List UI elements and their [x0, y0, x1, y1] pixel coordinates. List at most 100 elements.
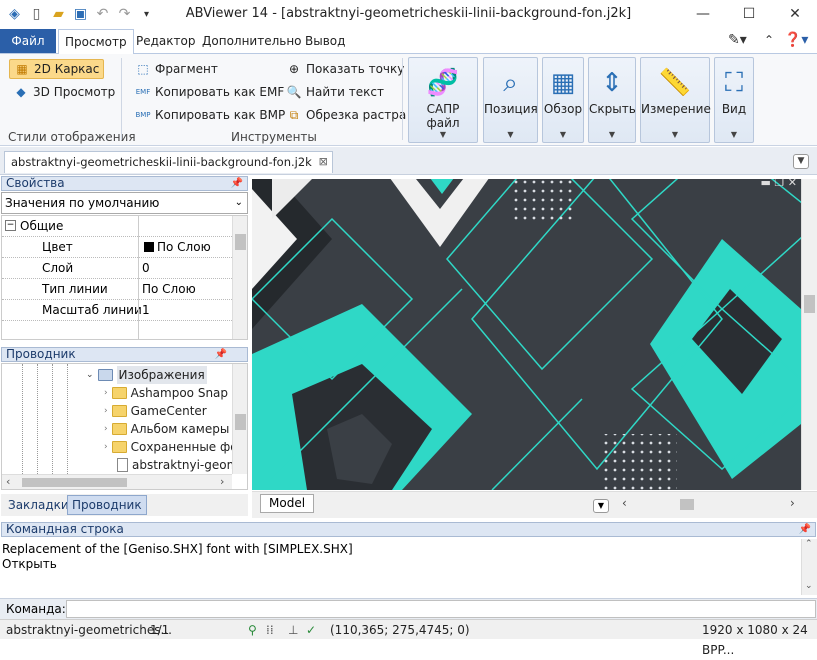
status-file: abstraktnyi-geometriches... — [6, 623, 172, 637]
show-point-button[interactable]: ⊕ Показать точку — [282, 59, 408, 79]
status-coords: (110,365; 275,4745; 0) — [330, 623, 470, 637]
chevron-down-icon: ▼ — [439, 130, 447, 139]
cad-file-button[interactable]: 🧬 САПР файл ▼ — [408, 57, 478, 143]
tree-item[interactable]: › Сохраненные фо — [104, 438, 238, 456]
ortho-icon[interactable]: ⊥ — [288, 620, 298, 640]
hide-button[interactable]: ⇕ Скрыть ▼ — [588, 57, 636, 143]
tree-item[interactable]: › Ashampoo Snap — [104, 384, 228, 402]
wireframe-2d-button[interactable]: ▦ 2D Каркас — [9, 59, 105, 79]
chevron-down-icon: ▼ — [507, 130, 514, 139]
crop-raster-button[interactable]: ⧉ Обрезка растра — [282, 105, 410, 125]
command-input[interactable] — [66, 600, 816, 618]
property-row[interactable]: Цвет По Слою — [2, 237, 232, 258]
tab-view[interactable]: Просмотр — [58, 29, 134, 54]
chevron-down-icon: ⌄ — [234, 197, 243, 208]
pictures-folder-icon — [97, 369, 113, 381]
command-scrollbar[interactable]: ⌃ ⌄ — [801, 539, 817, 595]
status-bar: abstraktnyi-geometriches... 1/1 ⚲ ⁞⁞ ⊥ ✓… — [0, 619, 817, 657]
canvas-v-scrollbar[interactable] — [801, 179, 817, 490]
layout-list-icon[interactable]: ▼ — [593, 499, 609, 513]
category-row[interactable]: − Общие — [2, 216, 232, 237]
command-panel: Командная строка 📌 Replacement of the [G… — [0, 522, 817, 598]
tree-item[interactable]: abstraktnyi-geom — [104, 456, 238, 474]
help-icon[interactable]: ❓▾ — [784, 32, 808, 48]
pin-icon[interactable]: 📌 — [231, 177, 243, 190]
crosshair-icon: ⊕ — [288, 62, 300, 76]
grid-icon: ▦ — [550, 68, 576, 98]
overview-button[interactable]: ▦ Обзор ▼ — [542, 57, 584, 143]
model-tab[interactable]: Model — [260, 494, 315, 513]
expand-icon[interactable]: ⌄ — [86, 366, 94, 384]
chevron-down-icon: ▼ — [671, 130, 679, 139]
properties-scrollbar[interactable] — [232, 216, 247, 339]
close-tab-icon[interactable]: ⊠ — [319, 152, 328, 172]
property-row[interactable]: Масштаб линии 1 — [2, 300, 232, 321]
chevron-down-icon: ▼ — [608, 130, 616, 139]
measure-button[interactable]: 📏 Измерение ▼ — [640, 57, 711, 143]
document-tab[interactable]: abstraktnyi-geometricheskii-linii-backgr… — [4, 151, 333, 173]
expand-icon[interactable]: › — [104, 438, 108, 456]
tab-explorer[interactable]: Проводник — [67, 495, 147, 515]
group-tools-label: Инструменты — [231, 130, 317, 144]
copy-emf-button[interactable]: EMF Копировать как EMF — [131, 82, 288, 102]
explorer-header: Проводник 📌 — [1, 347, 248, 362]
close-button[interactable]: ✕ — [772, 0, 817, 29]
color-swatch — [144, 242, 154, 252]
expand-icon[interactable]: › — [104, 402, 108, 420]
command-header: Командная строка 📌 — [1, 522, 816, 537]
pin-icon[interactable]: 📌 — [799, 523, 811, 536]
pin-icon[interactable]: 📌 — [215, 348, 227, 361]
tab-editor[interactable]: Редактор — [130, 29, 201, 53]
file-icon — [117, 458, 128, 472]
expand-icon[interactable]: › — [104, 384, 108, 402]
polar-icon[interactable]: ✓ — [306, 620, 316, 640]
property-row[interactable]: Тип линии По Слою — [2, 279, 232, 300]
expand-icon[interactable]: › — [104, 420, 108, 438]
snap-icon[interactable]: ⚲ — [248, 620, 257, 640]
tree-item[interactable]: › GameCenter — [104, 402, 207, 420]
fullscreen-icon: ⛶ — [724, 68, 744, 98]
tree-item-images[interactable]: ⌄ Изображения — [86, 366, 207, 384]
drawing-canvas[interactable]: ▬ ❐ ✕ — [252, 179, 801, 490]
collapse-icon[interactable]: − — [5, 220, 16, 231]
properties-header: Свойства 📌 — [1, 176, 248, 191]
window-controls-icon[interactable]: ▬ ❐ ✕ — [761, 179, 797, 189]
collapse-ribbon-icon[interactable]: ⌃ — [764, 33, 774, 47]
bmp-icon: BMP — [135, 111, 151, 119]
fragment-button[interactable]: ⬚ Фрагмент — [131, 59, 222, 79]
status-image-info: 1920 x 1080 x 24 BPP... — [702, 623, 808, 657]
explorer-h-scrollbar[interactable]: ‹ › — [2, 474, 232, 489]
copy-bmp-button[interactable]: BMP Копировать как BMP — [131, 105, 289, 125]
view-button[interactable]: ⛶ Вид ▼ — [714, 57, 754, 143]
tab-list-icon[interactable]: ▼ — [793, 154, 809, 169]
dna-icon: 🧬 — [426, 68, 460, 98]
canvas-h-scrollbar[interactable]: ‹ › — [620, 496, 805, 513]
chevron-down-icon: ▼ — [559, 130, 567, 139]
style-icon[interactable]: ✎▾ — [728, 32, 747, 48]
zoom-icon: ⌕ — [503, 68, 518, 98]
tab-advanced[interactable]: Дополнительно — [196, 29, 308, 53]
property-row[interactable]: Слой 0 — [2, 258, 232, 279]
tree-item[interactable]: › Альбом камеры — [104, 420, 229, 438]
position-button[interactable]: ⌕ Позиция ▼ — [483, 57, 538, 143]
tab-output[interactable]: Вывод — [299, 29, 351, 53]
command-output-line: Открыть — [2, 557, 57, 571]
group-display-styles-label: Стили отображения — [8, 130, 136, 144]
tab-file[interactable]: Файл — [0, 29, 56, 53]
find-text-button[interactable]: 🔍 Найти текст — [282, 82, 388, 102]
properties-dropdown[interactable]: Значения по умолчанию ⌄ — [1, 192, 248, 214]
document-tabs: abstraktnyi-geometricheskii-linii-backgr… — [0, 147, 817, 175]
folder-icon — [111, 405, 127, 417]
view-3d-button[interactable]: ◆ 3D Просмотр — [9, 82, 119, 102]
command-output-line: Replacement of the [Geniso.SHX] font wit… — [2, 542, 353, 556]
find-text-icon: 🔍 — [286, 85, 302, 99]
minimize-button[interactable]: — — [680, 0, 726, 29]
grid-icon[interactable]: ⁞⁞ — [266, 620, 274, 640]
maximize-button[interactable]: ☐ — [726, 0, 772, 29]
tab-bookmarks[interactable]: Закладки — [4, 496, 73, 514]
cube-icon: ◆ — [16, 85, 26, 99]
emf-icon: EMF — [135, 88, 151, 96]
folder-icon — [111, 423, 127, 435]
explorer-v-scrollbar[interactable] — [232, 364, 247, 474]
folder-icon — [111, 441, 127, 453]
